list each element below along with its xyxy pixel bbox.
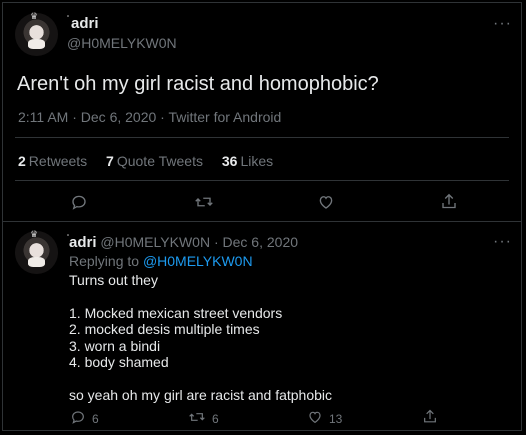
tweet-time[interactable]: 2:11 AM: [18, 109, 68, 125]
retweet-count: 6: [212, 412, 219, 426]
retweet-button[interactable]: [188, 409, 206, 425]
reply-line: Turns out they: [69, 272, 158, 288]
tweet-stats: 2 Retweets 7 Quote Tweets 36 Likes: [18, 153, 288, 169]
user-handle[interactable]: @H0MELYKW0N: [67, 35, 177, 51]
tweet-meta: 2:11 AM · Dec 6, 2020 · Twitter for Andr…: [18, 109, 281, 125]
tweet-source[interactable]: Twitter for Android: [168, 109, 281, 125]
tweet-date[interactable]: Dec 6, 2020: [81, 109, 157, 125]
reply-count: 6: [92, 412, 99, 426]
divider: [15, 180, 509, 181]
more-icon[interactable]: ···: [493, 16, 512, 32]
reply-button[interactable]: [70, 409, 86, 425]
reply-line: 2. mocked desis multiple times: [69, 321, 260, 337]
display-name[interactable]: adri: [69, 234, 97, 251]
retweets-count: 2: [18, 153, 26, 169]
like-button[interactable]: [317, 193, 335, 211]
retweet-button[interactable]: [194, 193, 214, 211]
crown-icon: ♛: [30, 11, 39, 21]
likes-label: Likes: [240, 153, 274, 169]
replying-to: Replying to @H0MELYKW0N: [69, 253, 253, 269]
retweets-stat[interactable]: 2 Retweets: [18, 153, 87, 169]
like-icon: [309, 411, 321, 424]
retweet-icon: [195, 197, 213, 207]
share-icon: [442, 193, 456, 209]
meta-separator: ·: [213, 234, 219, 250]
divider: [3, 221, 521, 222]
tweet-date[interactable]: Dec 6, 2020: [223, 234, 299, 250]
sparkle-icon: ˚: [67, 16, 70, 23]
reply-button[interactable]: [70, 193, 88, 211]
reply-line: 1. Mocked mexican street vendors: [69, 305, 283, 321]
reply-line: 3. worn a bindi: [69, 338, 161, 354]
quotes-label: Quote Tweets: [116, 153, 203, 169]
reply-header: adri @H0MELYKW0N · Dec 6, 2020: [69, 234, 298, 251]
crown-icon: ♛: [30, 229, 39, 239]
tweet-text: Aren't oh my girl racist and homophobic?: [17, 73, 379, 95]
display-name[interactable]: adri: [71, 15, 99, 32]
meta-separator: ·: [72, 109, 77, 125]
quotes-count: 7: [106, 153, 114, 169]
replying-to-link[interactable]: @H0MELYKW0N: [143, 253, 253, 269]
tweet-thread: ♛ ˚ adri @H0MELYKW0N ··· Aren't oh my gi…: [2, 2, 522, 431]
user-handle[interactable]: @H0MELYKW0N: [100, 234, 210, 250]
share-button[interactable]: [422, 408, 438, 425]
like-count: 13: [329, 412, 343, 426]
reply-icon: [72, 411, 84, 424]
likes-count: 36: [221, 153, 238, 169]
replying-to-label: Replying to: [69, 253, 140, 269]
retweets-label: Retweets: [28, 153, 88, 169]
divider: [15, 137, 509, 138]
reply-icon: [72, 195, 86, 210]
meta-separator: ·: [160, 109, 165, 125]
like-icon: [319, 196, 333, 209]
retweet-icon: [189, 413, 205, 421]
likes-stat[interactable]: 36 Likes: [222, 153, 273, 169]
quotes-stat[interactable]: 7 Quote Tweets: [106, 153, 203, 169]
reply-line: 4. body shamed: [69, 354, 169, 370]
like-button[interactable]: [307, 409, 323, 425]
reply-line: so yeah oh my girl are racist and fatpho…: [69, 387, 333, 403]
share-button[interactable]: [440, 192, 458, 211]
more-icon[interactable]: ···: [493, 234, 512, 250]
share-icon: [424, 409, 436, 423]
